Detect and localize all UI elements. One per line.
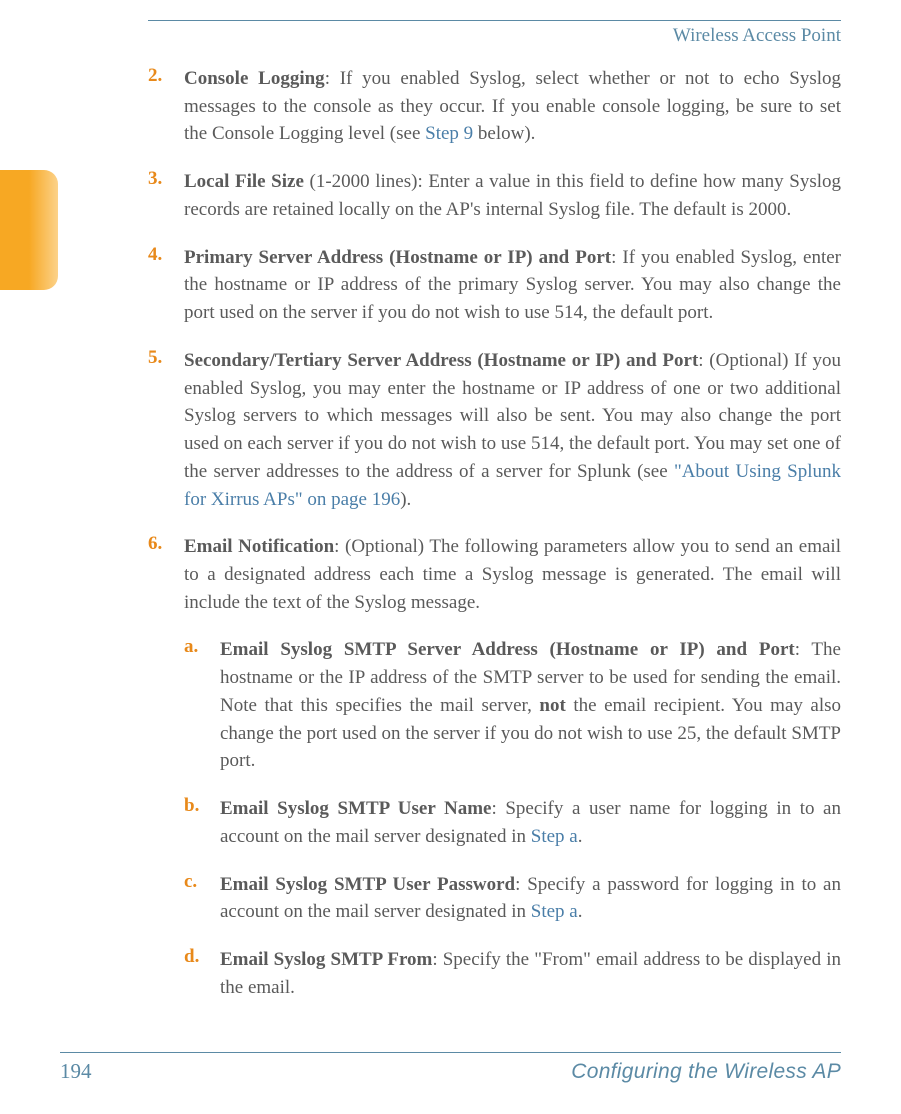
sub-text-b: .: [578, 901, 583, 922]
list-item-3: 3. Local File Size (1-2000 lines): Enter…: [148, 168, 841, 223]
item-marker: 6.: [148, 533, 184, 616]
xref-link[interactable]: Step a: [531, 826, 578, 847]
item-body: Local File Size (1-2000 lines): Enter a …: [184, 168, 841, 223]
item-body: Console Logging: If you enabled Syslog, …: [184, 65, 841, 148]
item-term: Console Logging: [184, 68, 325, 89]
sub-term: Email Syslog SMTP Server Address (Hostna…: [220, 639, 795, 660]
sub-item-a: a. Email Syslog SMTP Server Address (Hos…: [184, 636, 841, 775]
footer-rule: [60, 1052, 841, 1053]
item-body: Primary Server Address (Hostname or IP) …: [184, 244, 841, 327]
sub-item-d: d. Email Syslog SMTP From: Specify the "…: [184, 946, 841, 1001]
item-marker: 5.: [148, 347, 184, 513]
sub-marker: b.: [184, 795, 220, 850]
footer-section-title: Configuring the Wireless AP: [571, 1060, 841, 1084]
header-title: Wireless Access Point: [60, 25, 841, 47]
item-body: Secondary/Tertiary Server Address (Hostn…: [184, 347, 841, 513]
list-item-5: 5. Secondary/Tertiary Server Address (Ho…: [148, 347, 841, 513]
sub-text-b: .: [578, 826, 583, 847]
header-rule: [148, 20, 841, 21]
page-number: 194: [60, 1059, 92, 1084]
sub-list: a. Email Syslog SMTP Server Address (Hos…: [184, 636, 841, 1001]
item-marker: 3.: [148, 168, 184, 223]
list-item-2: 2. Console Logging: If you enabled Syslo…: [148, 65, 841, 148]
sub-marker: d.: [184, 946, 220, 1001]
xref-link[interactable]: Step 9: [425, 123, 473, 144]
xref-link[interactable]: Step a: [531, 901, 578, 922]
sub-body: Email Syslog SMTP From: Specify the "Fro…: [220, 946, 841, 1001]
main-content: 2. Console Logging: If you enabled Syslo…: [148, 65, 841, 1002]
item-text-b: ).: [400, 489, 411, 510]
item-term: Local File Size: [184, 171, 304, 192]
sub-term: Email Syslog SMTP From: [220, 949, 432, 970]
item-marker: 4.: [148, 244, 184, 327]
list-item-4: 4. Primary Server Address (Hostname or I…: [148, 244, 841, 327]
sub-marker: c.: [184, 871, 220, 926]
list-item-6: 6. Email Notification: (Optional) The fo…: [148, 533, 841, 616]
item-term: Email Notification: [184, 536, 334, 557]
item-marker: 2.: [148, 65, 184, 148]
sub-marker: a.: [184, 636, 220, 775]
sub-item-c: c. Email Syslog SMTP User Password: Spec…: [184, 871, 841, 926]
sub-body: Email Syslog SMTP Server Address (Hostna…: [220, 636, 841, 775]
item-body: Email Notification: (Optional) The follo…: [184, 533, 841, 616]
sub-item-b: b. Email Syslog SMTP User Name: Specify …: [184, 795, 841, 850]
sub-body: Email Syslog SMTP User Password: Specify…: [220, 871, 841, 926]
item-term: Primary Server Address (Hostname or IP) …: [184, 247, 611, 268]
sub-term: Email Syslog SMTP User Password: [220, 874, 515, 895]
page-footer: 194 Configuring the Wireless AP: [60, 1052, 841, 1084]
item-text-b: below).: [473, 123, 535, 144]
item-term: Secondary/Tertiary Server Address (Hostn…: [184, 350, 698, 371]
sub-body: Email Syslog SMTP User Name: Specify a u…: [220, 795, 841, 850]
sub-term: Email Syslog SMTP User Name: [220, 798, 491, 819]
sub-emph: not: [539, 695, 565, 716]
